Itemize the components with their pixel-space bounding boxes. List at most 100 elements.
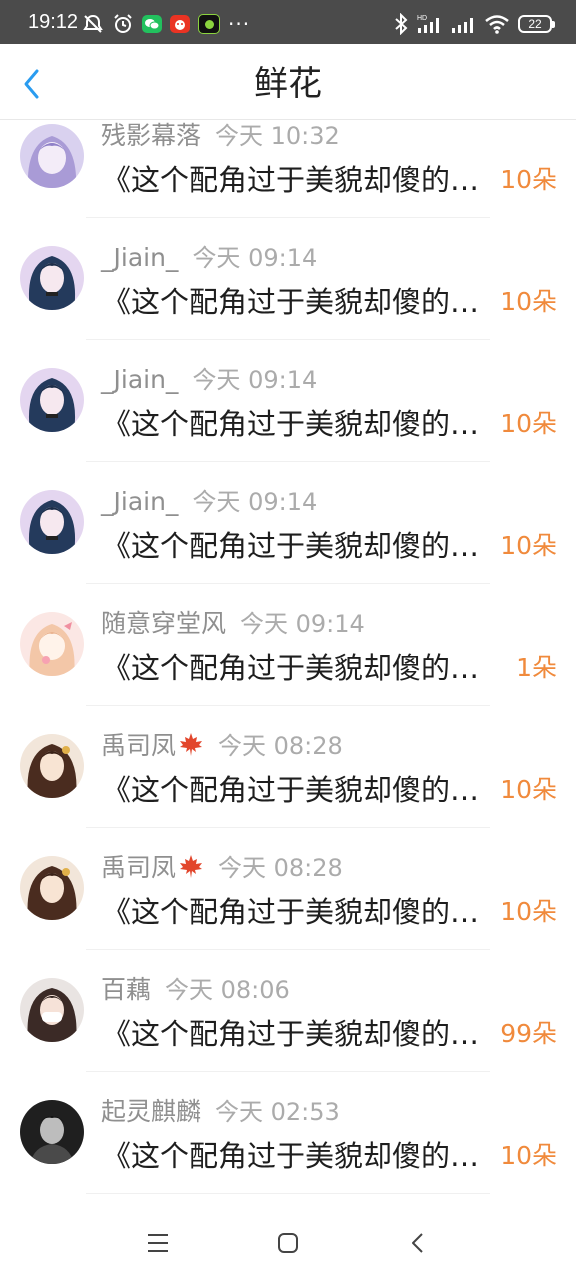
list-item[interactable]: _Jiain_ 今天 09:14 《这个配角过于美貌却傻的在线等》 10朵 — [0, 218, 576, 340]
user-name-text: _Jiain_ — [101, 365, 179, 394]
avatar-brown-hair-icon — [20, 856, 84, 920]
avatar[interactable] — [20, 612, 84, 676]
user-name-text: _Jiain_ — [101, 243, 179, 272]
user-name: 随意穿堂风 今天 09:14 — [101, 608, 365, 640]
divider — [86, 1193, 490, 1194]
user-name: 百藕 今天 08:06 — [101, 974, 290, 1006]
wechat-icon — [142, 15, 162, 33]
app-red-icon — [170, 15, 190, 33]
avatar[interactable] — [20, 1100, 84, 1164]
app-green-icon — [198, 14, 220, 34]
navigation-bar — [0, 1200, 576, 1280]
user-name: 禹司凤 今天 08:28 — [101, 852, 343, 884]
alarm-icon — [112, 13, 134, 35]
user-name-text: 起灵麒麟 — [101, 1097, 202, 1126]
header: 鲜花 — [0, 44, 576, 120]
bluetooth-icon — [394, 13, 408, 35]
timestamp: 今天 09:14 — [192, 244, 318, 272]
battery-icon: 22 — [518, 15, 555, 33]
hd-signal-icon: HD — [416, 13, 442, 35]
timestamp: 今天 09:14 — [240, 610, 365, 638]
timestamp: 今天 08:28 — [218, 854, 343, 882]
flower-count: 10朵 — [500, 409, 557, 438]
user-name-text: 随意穿堂风 — [101, 609, 227, 638]
avatar[interactable] — [20, 734, 84, 798]
user-name: 残影幕落 今天 10:32 — [101, 120, 340, 152]
flower-count: 10朵 — [500, 1141, 557, 1170]
user-name: _Jiain_ 今天 09:14 — [101, 242, 317, 274]
user-name-text: 禹司凤 — [101, 853, 177, 882]
message: 《这个配角过于美貌却傻的在线等》 — [102, 895, 494, 929]
avatar-purple-hair-icon — [20, 124, 84, 188]
menu-button[interactable] — [143, 1228, 173, 1258]
avatar-dark-hair-icon — [20, 490, 84, 554]
user-name-text: 禹司凤 — [101, 731, 177, 760]
page-title: 鲜花 — [254, 64, 322, 104]
flower-count: 10朵 — [500, 165, 557, 194]
maple-leaf-icon — [180, 733, 203, 756]
flower-count: 10朵 — [500, 531, 557, 560]
avatar-monochrome-icon — [20, 1100, 84, 1164]
message: 《这个配角过于美貌却傻的在线等》 — [102, 285, 494, 319]
avatar-brown-hair-icon — [20, 734, 84, 798]
list-item[interactable]: 禹司凤 今天 08:28 《这个配角过于美貌却傻的在线等》 10朵 — [0, 706, 576, 828]
list-item[interactable]: 禹司凤 今天 08:28 《这个配角过于美貌却傻的在线等》 10朵 — [0, 828, 576, 950]
status-icons-left: ··· — [82, 12, 250, 36]
message: 《这个配角过于美貌却傻的在线等》 — [102, 773, 494, 807]
svg-text:HD: HD — [417, 15, 427, 22]
list-item[interactable]: 起灵麒麟今天 02:53 《这个配角过于美貌却傻的在线等》 10朵 — [0, 1072, 576, 1194]
user-name-text: 残影幕落 — [101, 121, 202, 150]
more-dots-icon: ··· — [228, 12, 251, 36]
home-square-icon — [278, 1233, 298, 1253]
timestamp: 今天 08:06 — [165, 976, 290, 1004]
maple-leaf-icon — [180, 855, 203, 878]
timestamp: 今天 09:14 — [192, 366, 318, 394]
flower-count: 10朵 — [500, 287, 557, 316]
status-time: 19:12 — [28, 11, 79, 33]
muted-icon — [82, 13, 104, 35]
timestamp: 今天 10:32 — [215, 122, 340, 150]
avatar[interactable] — [20, 856, 84, 920]
user-name: _Jiain_ 今天 09:14 — [101, 364, 317, 396]
avatar[interactable] — [20, 246, 84, 310]
message: 《这个配角过于美貌却傻的在线等》 — [102, 163, 494, 197]
menu-icon — [148, 1234, 168, 1252]
user-name-text: _Jiain_ — [101, 487, 179, 516]
flower-count: 10朵 — [500, 775, 557, 804]
list-item[interactable]: 随意穿堂风今天 09:14 《这个配角过于美貌却傻的在线等》 1朵 — [0, 584, 576, 706]
timestamp: 今天 08:28 — [218, 732, 343, 760]
signal-icon — [450, 13, 476, 35]
avatar-photo-girl-icon — [20, 978, 84, 1042]
message: 《这个配角过于美貌却傻的在线等》 — [102, 1017, 494, 1051]
message: 《这个配角过于美貌却傻的在线等》 — [102, 529, 494, 563]
list-item[interactable]: 百藕今天 08:06 《这个配角过于美貌却傻的在线等》 99朵 — [0, 950, 576, 1072]
list-item[interactable]: _Jiain_ 今天 09:14 《这个配角过于美貌却傻的在线等》 10朵 — [0, 462, 576, 584]
avatar-dark-hair-icon — [20, 368, 84, 432]
user-name-text: 百藕 — [101, 975, 152, 1004]
status-icons-right: HD 22 — [394, 12, 555, 36]
avatar[interactable] — [20, 124, 84, 188]
user-name: 禹司凤 今天 08:28 — [101, 730, 343, 762]
message: 《这个配角过于美貌却傻的在线等》 — [102, 407, 494, 441]
avatar-dark-hair-icon — [20, 246, 84, 310]
gift-list: 残影幕落今天 10:32 《这个配角过于美貌却傻的在线等》 10朵 _Jiain… — [0, 96, 576, 1194]
wifi-icon — [484, 13, 510, 35]
message: 《这个配角过于美貌却傻的在线等》 — [102, 1139, 494, 1173]
flower-count: 1朵 — [516, 653, 557, 682]
timestamp: 今天 09:14 — [192, 488, 318, 516]
message: 《这个配角过于美貌却傻的在线等》 — [102, 651, 494, 685]
flower-count: 10朵 — [500, 897, 557, 926]
timestamp: 今天 02:53 — [215, 1098, 340, 1126]
user-name: _Jiain_ 今天 09:14 — [101, 486, 317, 518]
avatar-pink-girl-icon — [20, 612, 84, 676]
avatar[interactable] — [20, 368, 84, 432]
flower-count: 99朵 — [500, 1019, 557, 1048]
user-name: 起灵麒麟 今天 02:53 — [101, 1096, 340, 1128]
system-back-button[interactable] — [403, 1228, 433, 1258]
list-item[interactable]: _Jiain_ 今天 09:14 《这个配角过于美貌却傻的在线等》 10朵 — [0, 340, 576, 462]
home-button[interactable] — [273, 1228, 303, 1258]
avatar[interactable] — [20, 978, 84, 1042]
avatar[interactable] — [20, 490, 84, 554]
back-triangle-icon — [412, 1233, 423, 1253]
status-bar: 19:12 ··· HD 22 — [0, 0, 576, 44]
